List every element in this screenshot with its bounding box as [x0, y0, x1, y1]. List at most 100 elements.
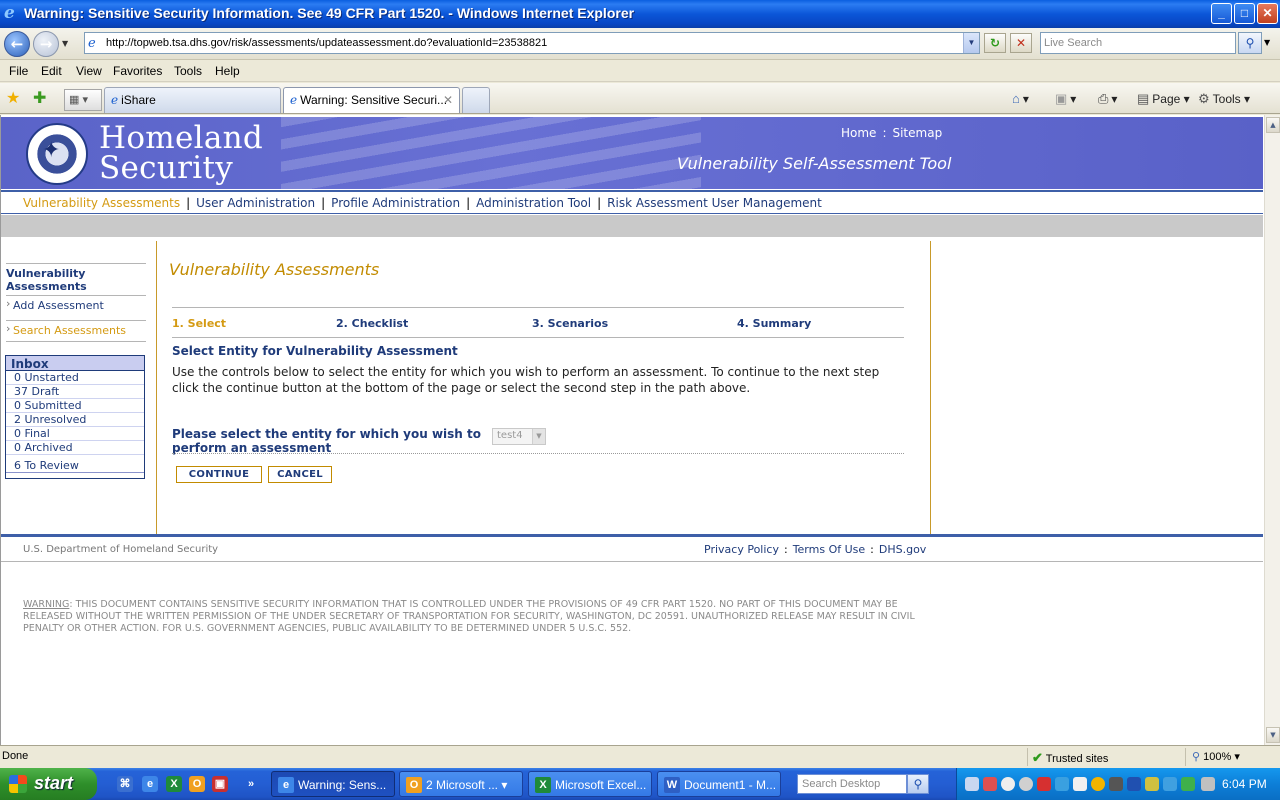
inbox-archived[interactable]: 0 Archived: [6, 441, 144, 455]
stop-button[interactable]: ✕: [1010, 33, 1032, 53]
address-dropdown-icon[interactable]: ▼: [963, 33, 979, 53]
ie-icon: e: [278, 777, 294, 793]
search-assessments-link[interactable]: Search Assessments: [6, 320, 146, 342]
chevron-down-icon[interactable]: ▼: [1264, 38, 1270, 47]
menu-edit[interactable]: Edit: [41, 64, 62, 78]
nav-risk-assessment-user-management[interactable]: Risk Assessment User Management: [607, 196, 822, 210]
inbox-unresolved[interactable]: 2 Unresolved: [6, 413, 144, 427]
terms-of-use-link[interactable]: Terms Of Use: [793, 543, 865, 556]
warning-label: WARNING: [23, 599, 70, 610]
desktop-search-icon[interactable]: ⚲: [907, 774, 929, 794]
security-zone[interactable]: ✔ Trusted sites: [1032, 750, 1108, 766]
menu-bar: File Edit View Favorites Tools Help: [0, 61, 1280, 82]
tray-search-icon[interactable]: [1001, 777, 1015, 791]
tray-sync-icon[interactable]: [1055, 777, 1069, 791]
live-search-input[interactable]: Live Search: [1040, 32, 1236, 54]
inbox-to-review[interactable]: 6 To Review: [6, 459, 144, 473]
tray-display-icon[interactable]: [1109, 777, 1123, 791]
page-menu[interactable]: ▤ Page ▾: [1137, 91, 1190, 107]
start-button[interactable]: start: [0, 768, 97, 800]
scroll-down-icon[interactable]: ▼: [1266, 727, 1280, 743]
task-excel[interactable]: X Microsoft Excel...: [528, 771, 652, 797]
tray-messenger-icon[interactable]: [1163, 777, 1177, 791]
menu-view[interactable]: View: [76, 64, 102, 78]
quick-tabs-button[interactable]: ▦ ▾: [64, 89, 102, 111]
address-bar[interactable]: e http://topweb.tsa.dhs.gov/risk/assessm…: [84, 32, 980, 54]
tray-tool-icon[interactable]: [1145, 777, 1159, 791]
home-icon[interactable]: ⌂ ▾: [1012, 91, 1029, 106]
tray-network-icon[interactable]: [965, 777, 979, 791]
privacy-policy-link[interactable]: Privacy Policy: [704, 543, 779, 556]
quicklaunch-outlook-icon[interactable]: O: [189, 776, 205, 792]
tray-settings-icon[interactable]: [1073, 777, 1087, 791]
tray-antivirus-icon[interactable]: [983, 777, 997, 791]
minimize-button[interactable]: _: [1211, 3, 1232, 24]
menu-help[interactable]: Help: [215, 64, 240, 78]
zone-label: Trusted sites: [1045, 753, 1109, 765]
tray-alert-icon[interactable]: [1091, 777, 1105, 791]
continue-button[interactable]: CONTINUE: [176, 466, 262, 483]
feeds-icon[interactable]: ▣ ▾: [1055, 91, 1076, 107]
step-summary[interactable]: 4. Summary: [737, 317, 811, 330]
add-assessment-link[interactable]: Add Assessment: [6, 295, 146, 312]
tray-clock-icon[interactable]: [1019, 777, 1033, 791]
desktop-search-input[interactable]: Search Desktop: [797, 774, 907, 794]
print-icon[interactable]: ⎙ ▾: [1098, 91, 1117, 107]
step-select[interactable]: 1. Select: [172, 317, 226, 330]
task-microsoft-group[interactable]: O2 Microsoft ... ▾: [399, 771, 523, 797]
cancel-button[interactable]: CANCEL: [268, 466, 332, 483]
quicklaunch-app-icon[interactable]: ▣: [212, 776, 228, 792]
tray-update-icon[interactable]: [1181, 777, 1195, 791]
menu-tools[interactable]: Tools: [174, 64, 202, 78]
tray-monitor-icon[interactable]: [1127, 777, 1141, 791]
taskbar-clock[interactable]: 6:04 PM: [1222, 777, 1267, 791]
menu-file[interactable]: File: [9, 64, 28, 78]
nav-vulnerability-assessments[interactable]: Vulnerability Assessments: [23, 196, 180, 210]
menu-favorites[interactable]: Favorites: [113, 64, 162, 78]
task-word-document[interactable]: W Document1 - M...: [657, 771, 781, 797]
sitemap-link[interactable]: Sitemap: [892, 126, 942, 140]
maximize-button[interactable]: □: [1234, 3, 1255, 24]
inbox-unstarted[interactable]: 0 Unstarted: [6, 371, 144, 385]
nav-administration-tool[interactable]: Administration Tool: [476, 196, 591, 210]
tray-shield-icon[interactable]: [1037, 777, 1051, 791]
tools-menu[interactable]: ⚙ Tools ▾: [1198, 91, 1250, 107]
quicklaunch-excel-icon[interactable]: X: [166, 776, 182, 792]
refresh-button[interactable]: ↻: [984, 33, 1006, 53]
dhs-seal-logo[interactable]: ✦: [26, 123, 88, 185]
quicklaunch-more-icon[interactable]: »: [243, 776, 259, 792]
tray-volume-icon[interactable]: [1201, 777, 1215, 791]
close-window-button[interactable]: ✕: [1257, 3, 1278, 24]
entity-select[interactable]: test4 ▼: [492, 428, 546, 445]
tab-warning[interactable]: e Warning: Sensitive Securi... ✕: [283, 87, 460, 113]
nav-profile-administration[interactable]: Profile Administration: [331, 196, 460, 210]
inbox-submitted[interactable]: 0 Submitted: [6, 399, 144, 413]
inbox-draft[interactable]: 37 Draft: [6, 385, 144, 399]
home-link[interactable]: Home: [841, 126, 876, 140]
back-button[interactable]: ←: [4, 31, 30, 57]
scroll-up-icon[interactable]: ▲: [1266, 117, 1280, 133]
right-column-divider: [930, 241, 931, 534]
tab-label: Warning: Sensitive Securi...: [300, 93, 448, 107]
dhs-gov-link[interactable]: DHS.gov: [879, 543, 926, 556]
zoom-control[interactable]: ⚲ 100% ▾: [1192, 750, 1240, 763]
step-scenarios[interactable]: 3. Scenarios: [532, 317, 608, 330]
inbox-final[interactable]: 0 Final: [6, 427, 144, 441]
start-label: start: [34, 773, 74, 793]
url-text[interactable]: http://topweb.tsa.dhs.gov/risk/assessmen…: [106, 37, 547, 49]
homeland-security-logo[interactable]: Homeland Security: [99, 123, 263, 184]
favorites-star-icon[interactable]: ★: [6, 88, 20, 108]
search-icon[interactable]: ⚲: [1238, 32, 1262, 54]
quicklaunch-ie-icon[interactable]: e: [142, 776, 158, 792]
tab-ishare[interactable]: e iShare: [104, 87, 281, 113]
history-dropdown-icon[interactable]: ▼: [62, 39, 68, 48]
vertical-scrollbar[interactable]: ▲ ▼: [1264, 115, 1280, 745]
new-tab-button[interactable]: [462, 87, 490, 113]
close-tab-icon[interactable]: ✕: [443, 93, 453, 107]
add-favorite-icon[interactable]: ✚: [33, 88, 46, 108]
forward-button[interactable]: →: [33, 31, 59, 57]
step-checklist[interactable]: 2. Checklist: [336, 317, 408, 330]
task-ie-warning[interactable]: e Warning: Sens...: [271, 771, 395, 797]
quicklaunch-desktop-icon[interactable]: ⌘: [117, 776, 133, 792]
nav-user-administration[interactable]: User Administration: [196, 196, 315, 210]
